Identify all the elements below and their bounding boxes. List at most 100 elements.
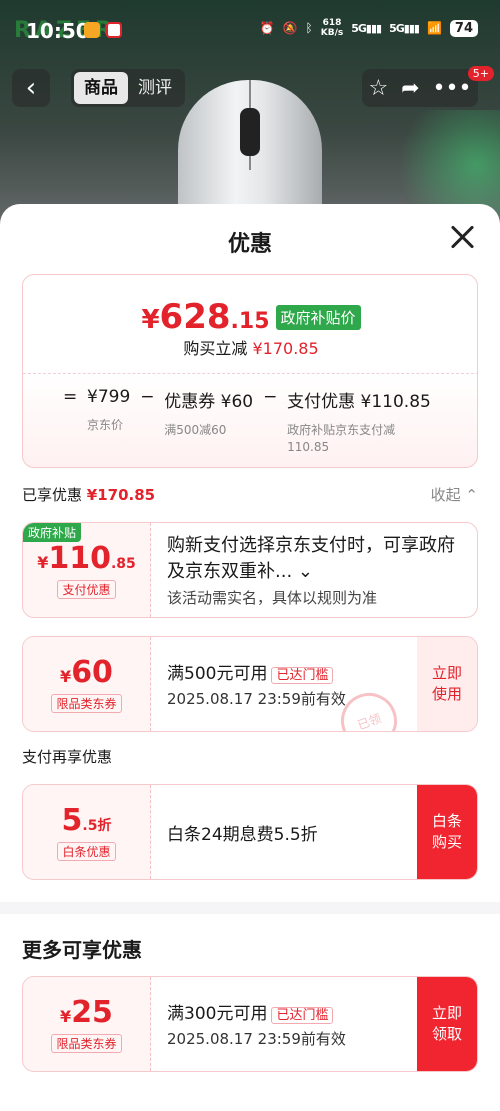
condition-text: 满500元可用 bbox=[167, 664, 268, 684]
coupon-desc: 满500减60 bbox=[164, 423, 227, 437]
coupon-info: 满500元可用 已达门槛 2025.08.17 23:59前有效 bbox=[167, 637, 346, 731]
coupon-type-label: 限品类东券 bbox=[51, 694, 122, 713]
tab-review[interactable]: 测评 bbox=[128, 72, 182, 104]
gov-subsidy-tag: 政府补贴价 bbox=[275, 304, 361, 330]
message-badge: 5+ bbox=[467, 66, 494, 81]
gov-subsidy-badge: 政府补贴 bbox=[23, 523, 82, 542]
payment-desc: 政府补贴京东支付减 110.85 bbox=[287, 423, 396, 454]
mouse-wheel bbox=[240, 108, 260, 156]
price-yen: ¥ bbox=[141, 305, 160, 335]
breakdown-jd-price: ¥799 京东价 bbox=[87, 387, 130, 434]
tab-product[interactable]: 商品 bbox=[74, 72, 128, 104]
status-right: ⏰ 🔕 ᛒ 618 KB/s 5G▮▮▮ 5G▮▮▮ 📶 74 bbox=[260, 18, 478, 38]
pay-more-label: 支付再享优惠 bbox=[22, 748, 113, 766]
sig2-label: 5G bbox=[389, 21, 405, 35]
use-now-button[interactable]: 立即 使用 bbox=[417, 637, 477, 731]
amount-text: ¥110.85 bbox=[37, 541, 136, 576]
wifi-icon: 📶 bbox=[426, 21, 442, 35]
more-discounts-title: 更多可享优惠 bbox=[22, 938, 142, 962]
price-reduction: 购买立减 ¥170.85 bbox=[23, 335, 477, 359]
sig1-label: 5G bbox=[351, 21, 367, 35]
coupon-condition: 满300元可用 已达门槛 bbox=[167, 999, 346, 1024]
final-price: ¥ 628 .15 政府补贴价 bbox=[23, 297, 477, 337]
coupon-desc[interactable]: 购新支付选择京东支付时，可享政府及京东双重补... ⌄ bbox=[167, 533, 467, 585]
coupon-note: 该活动需实名，具体以规则为准 bbox=[167, 588, 378, 607]
coupon-type-label: 支付优惠 bbox=[57, 580, 116, 599]
mute-icon: 🔕 bbox=[282, 21, 298, 35]
coupon-type-label: 白条优惠 bbox=[57, 842, 116, 861]
amount-text: 5.5折 bbox=[62, 803, 112, 838]
coupon-expiry: 2025.08.17 23:59前有效 bbox=[167, 690, 346, 708]
nav-actions: ☆ ➦ ••• bbox=[362, 69, 478, 107]
share-icon[interactable]: ➦ bbox=[401, 76, 419, 101]
reduction-label: 购买立减 bbox=[183, 339, 248, 358]
jd-notify-icon bbox=[106, 22, 122, 38]
jd-price-desc: 京东价 bbox=[87, 418, 124, 432]
enjoyed-discount: 已享优惠 ¥170.85 bbox=[22, 484, 155, 505]
jd-coupon-25: ¥25 限品类东券 满300元可用 已达门槛 2025.08.17 23:59前有… bbox=[22, 976, 478, 1072]
coupon-expiry: 2025.08.17 23:59前有效 bbox=[167, 1030, 346, 1048]
amount-dec: .5折 bbox=[82, 818, 112, 834]
back-button[interactable]: ‹ bbox=[12, 69, 50, 107]
bluetooth-icon: ᛒ bbox=[305, 21, 313, 35]
subsidy-coupon[interactable]: ¥110.85 支付优惠 政府补贴 购新支付选择京东支付时，可享政府及京东双重补… bbox=[22, 522, 478, 618]
condition-text: 满300元可用 bbox=[167, 1004, 268, 1024]
op-minus: − bbox=[140, 387, 155, 407]
net-speed: 618 KB/s bbox=[321, 18, 343, 38]
coupon-amount: 5.5折 白条优惠 bbox=[23, 785, 151, 879]
coupon-value: 优惠券 ¥60 bbox=[164, 392, 254, 412]
amount-int: 5 bbox=[61, 803, 83, 838]
enjoyed-value: ¥170.85 bbox=[86, 486, 156, 504]
amount-text: ¥25 bbox=[60, 995, 113, 1030]
op-minus-2: − bbox=[263, 387, 278, 407]
section-divider bbox=[0, 902, 500, 914]
nav-tabs: 商品 测评 bbox=[71, 69, 185, 107]
payment-value: 支付优惠 ¥110.85 bbox=[287, 392, 431, 412]
coupon-info: 白条24期息费5.5折 bbox=[167, 785, 318, 879]
price-int: 628 bbox=[159, 297, 231, 337]
amount-text: ¥60 bbox=[60, 655, 113, 690]
jd-price-value: ¥799 bbox=[87, 387, 131, 407]
baitiao-coupon: 5.5折 白条优惠 白条24期息费5.5折 白条 购买 bbox=[22, 784, 478, 880]
threshold-badge: 已达门槛 bbox=[271, 667, 334, 684]
status-time: 10:50 bbox=[26, 19, 90, 43]
enjoyed-label: 已享优惠 bbox=[22, 486, 83, 504]
jd-coupon-60: ¥60 限品类东券 满500元可用 已达门槛 2025.08.17 23:59前有… bbox=[22, 636, 478, 732]
coupon-info: 满300元可用 已达门槛 2025.08.17 23:59前有效 bbox=[167, 977, 346, 1071]
coupon-condition: 满500元可用 已达门槛 bbox=[167, 659, 346, 684]
collapse-button[interactable]: 收起 ⌃ bbox=[431, 484, 478, 505]
more-icon[interactable]: ••• bbox=[433, 76, 472, 101]
price-card: ¥ 628 .15 政府补贴价 购买立减 ¥170.85 = ¥799 京东价 … bbox=[22, 274, 478, 468]
coupon-info: 购新支付选择京东支付时，可享政府及京东双重补... ⌄ 该活动需实名，具体以规则… bbox=[167, 523, 467, 617]
threshold-badge: 已达门槛 bbox=[271, 1007, 334, 1024]
battery-icon: 74 bbox=[449, 19, 478, 37]
price-dec: .15 bbox=[230, 309, 270, 334]
coupon-amount: ¥25 限品类东券 bbox=[23, 977, 151, 1071]
status-bar: 10:50 ⏰ 🔕 ᛒ 618 KB/s 5G▮▮▮ 5G▮▮▮ 📶 74 bbox=[0, 0, 500, 60]
reduction-value: ¥170.85 bbox=[252, 339, 319, 358]
discount-sheet: 优惠 ¥ 628 .15 政府补贴价 购买立减 ¥170.85 = ¥799 京… bbox=[0, 204, 500, 1111]
price-breakdown: = ¥799 京东价 − 优惠券 ¥60 满500减60 − 支付优惠 ¥110… bbox=[63, 387, 431, 456]
net-speed-unit: KB/s bbox=[320, 28, 344, 38]
claim-now-button[interactable]: 立即 领取 bbox=[417, 977, 477, 1071]
amount-yen: ¥ bbox=[60, 1007, 72, 1026]
amount-yen: ¥ bbox=[37, 553, 49, 572]
amount-yen: ¥ bbox=[60, 667, 72, 686]
alarm-icon: ⏰ bbox=[259, 21, 275, 35]
amount-int: 60 bbox=[71, 655, 113, 690]
coupon-desc: 白条24期息费5.5折 bbox=[167, 824, 318, 845]
app-notify-icon bbox=[84, 22, 100, 38]
breakdown-coupon: 优惠券 ¥60 满500减60 bbox=[164, 387, 253, 439]
coupon-type-label: 限品类东券 bbox=[51, 1034, 122, 1053]
net-speed-value: 618 bbox=[322, 18, 342, 28]
star-icon[interactable]: ☆ bbox=[368, 76, 388, 101]
chevron-left-icon: ‹ bbox=[25, 73, 37, 103]
breakdown-payment: 支付优惠 ¥110.85 政府补贴京东支付减 110.85 bbox=[287, 387, 431, 456]
divider bbox=[23, 373, 477, 374]
close-icon[interactable] bbox=[448, 222, 478, 252]
op-equals: = bbox=[63, 387, 78, 407]
signal-icon-2: 5G▮▮▮ bbox=[389, 21, 420, 35]
amount-dec: .85 bbox=[110, 556, 136, 572]
baitiao-buy-button[interactable]: 白条 购买 bbox=[417, 785, 477, 879]
signal-icon: 5G▮▮▮ bbox=[351, 21, 382, 35]
